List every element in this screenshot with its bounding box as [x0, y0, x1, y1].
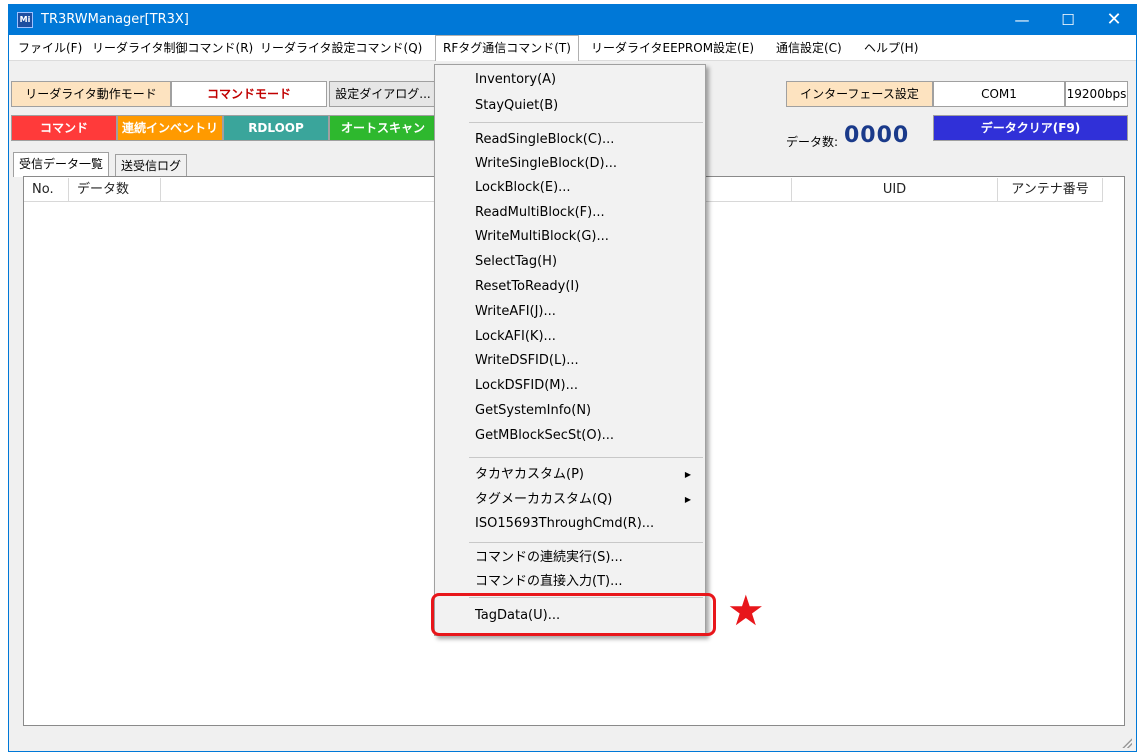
menu-item-takaya-custom[interactable]: タカヤカスタム(P) ▶: [435, 464, 705, 486]
menu-item-continuous-command-execution[interactable]: コマンドの連続実行(S)...: [435, 547, 705, 569]
menu-item-tag-maker-custom[interactable]: タグメーカカスタム(Q) ▶: [435, 489, 705, 511]
menu-item-read-single-block[interactable]: ReadSingleBlock(C)...: [435, 129, 705, 151]
menu-rw-control-commands[interactable]: リーダライタ制御コマンド(R): [85, 35, 260, 61]
menu-separator: [469, 122, 703, 123]
menu-rw-settings-commands[interactable]: リーダライタ設定コマンド(Q): [253, 35, 429, 61]
rdloop-button[interactable]: RDLOOP: [223, 115, 329, 141]
baud-rate-value: 19200bps: [1065, 81, 1128, 107]
submenu-arrow-icon: ▶: [684, 470, 691, 479]
menu-comm-settings[interactable]: 通信設定(C): [769, 35, 849, 61]
menu-separator: [469, 542, 703, 543]
status-bar: [9, 729, 1136, 751]
title-bar: Mi TR3RWManager[TR3X] — ☐ ✕: [9, 5, 1136, 35]
menu-item-write-afi[interactable]: WriteAFI(J)...: [435, 301, 705, 323]
star-annotation-icon: ★: [727, 586, 765, 635]
submenu-arrow-icon: ▶: [684, 495, 691, 504]
menu-item-lock-dsfid[interactable]: LockDSFID(M)...: [435, 375, 705, 397]
maximize-button[interactable]: ☐: [1045, 5, 1091, 35]
minimize-button[interactable]: —: [999, 5, 1045, 35]
column-header-antenna-number[interactable]: アンテナ番号: [998, 178, 1103, 202]
com-port-value: COM1: [933, 81, 1065, 107]
menu-rw-eeprom-settings[interactable]: リーダライタEEPROM設定(E): [584, 35, 761, 61]
menu-item-label: タカヤカスタム(P): [475, 467, 584, 482]
menu-item-read-multi-block[interactable]: ReadMultiBlock(F)...: [435, 202, 705, 224]
continuous-inventory-button[interactable]: 連続インベントリ: [117, 115, 223, 141]
menu-item-label: タグメーカカスタム(Q): [475, 492, 613, 507]
column-header-no[interactable]: No.: [24, 178, 69, 202]
menu-item-write-multi-block[interactable]: WriteMultiBlock(G)...: [435, 226, 705, 248]
data-count-value: 0000: [844, 123, 910, 148]
menu-rf-tag-commands[interactable]: RFタグ通信コマンド(T): [435, 35, 579, 61]
menu-help[interactable]: ヘルプ(H): [857, 35, 925, 61]
menu-item-inventory[interactable]: Inventory(A): [435, 69, 705, 91]
menu-item-get-mblock-sec-st[interactable]: GetMBlockSecSt(O)...: [435, 425, 705, 447]
tab-send-receive-log[interactable]: 送受信ログ: [115, 154, 188, 176]
app-icon: Mi: [17, 12, 33, 28]
interface-settings-button[interactable]: インターフェース設定: [786, 81, 933, 107]
column-header-data-count[interactable]: データ数: [69, 178, 161, 202]
settings-dialog-button[interactable]: 設定ダイアログ...: [329, 81, 437, 107]
menu-item-select-tag[interactable]: SelectTag(H): [435, 251, 705, 273]
command-button[interactable]: コマンド: [11, 115, 117, 141]
menu-item-lock-afi[interactable]: LockAFI(K)...: [435, 326, 705, 348]
menu-file[interactable]: ファイル(F): [11, 35, 89, 61]
menu-separator: [469, 457, 703, 458]
rf-tag-commands-dropdown: Inventory(A) StayQuiet(B) ReadSingleBloc…: [434, 64, 706, 636]
window-title: TR3RWManager[TR3X]: [41, 12, 189, 27]
menu-item-iso15693-through-cmd[interactable]: ISO15693ThroughCmd(R)...: [435, 513, 705, 535]
menu-item-stay-quiet[interactable]: StayQuiet(B): [435, 95, 705, 117]
menu-item-get-system-info[interactable]: GetSystemInfo(N): [435, 400, 705, 422]
tab-received-data-list[interactable]: 受信データ一覧: [13, 152, 110, 177]
menu-item-direct-command-input[interactable]: コマンドの直接入力(T)...: [435, 571, 705, 593]
menu-item-reset-to-ready[interactable]: ResetToReady(I): [435, 276, 705, 298]
data-clear-button[interactable]: データクリア(F9): [933, 115, 1128, 141]
resize-grip-icon[interactable]: [1120, 736, 1132, 748]
column-header-uid[interactable]: UID: [792, 178, 998, 202]
menu-bar: ファイル(F) リーダライタ制御コマンド(R) リーダライタ設定コマンド(Q) …: [9, 35, 1136, 61]
menu-item-write-dsfid[interactable]: WriteDSFID(L)...: [435, 350, 705, 372]
operation-mode-label: リーダライタ動作モード: [11, 81, 171, 107]
highlight-annotation-box: [431, 593, 716, 636]
menu-item-write-single-block[interactable]: WriteSingleBlock(D)...: [435, 153, 705, 175]
data-count-label: データ数:: [786, 135, 839, 149]
operation-mode-value: コマンドモード: [171, 81, 327, 107]
auto-scan-button[interactable]: オートスキャン: [329, 115, 437, 141]
close-button[interactable]: ✕: [1091, 5, 1137, 35]
menu-item-lock-block[interactable]: LockBlock(E)...: [435, 177, 705, 199]
